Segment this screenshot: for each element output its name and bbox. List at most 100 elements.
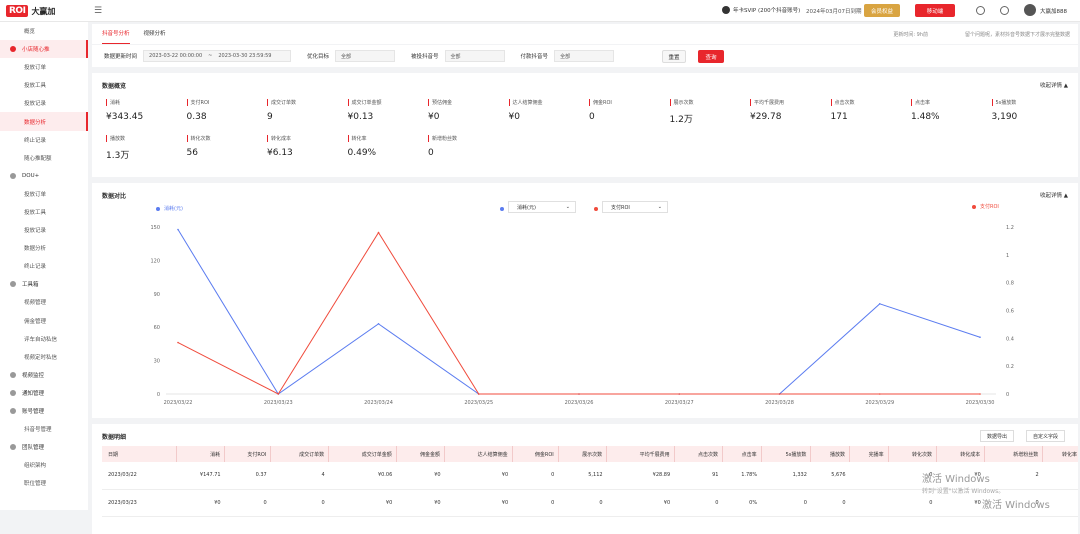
data-point xyxy=(979,336,981,339)
sidebar-group-21[interactable]: 账号管理 xyxy=(0,402,88,420)
column-header[interactable]: 转化率 xyxy=(1042,446,1078,462)
sidebar-group-14[interactable]: 工具箱 xyxy=(0,275,88,293)
column-header[interactable]: 转化次数 xyxy=(888,446,937,462)
sidebar-label: 通知管理 xyxy=(22,390,45,397)
column-header[interactable]: 成交订单金额 xyxy=(328,446,397,462)
column-header[interactable]: 佣金金额 xyxy=(396,446,446,462)
column-header[interactable]: 点击率 xyxy=(722,446,762,462)
metric-label: 5s播放数 xyxy=(991,99,1072,106)
column-header[interactable]: 点击次数 xyxy=(674,446,723,462)
table-cell: 0 xyxy=(224,489,271,517)
compare-card: 数据对比 收起详情 ▲ 消耗(元) 消耗(元) ⌄ 支付ROI ⌄ 支付ROI 03… xyxy=(92,183,1078,418)
table-cell: 0.37 xyxy=(224,462,271,490)
metric-value: 0 xyxy=(428,148,434,158)
table-cell: ¥0.06 xyxy=(328,462,397,490)
watermark-line3: 激活 Windows xyxy=(982,500,1050,511)
opt-select[interactable]: 全部 xyxy=(335,50,396,62)
column-header[interactable]: 支付ROI xyxy=(224,446,272,462)
column-header[interactable]: 转化成本 xyxy=(936,446,986,462)
sidebar-item-4[interactable]: 投放记录 xyxy=(0,94,88,112)
overview-title: 数据概览 xyxy=(102,83,127,90)
y-right-tick-label: 0.2 xyxy=(1006,364,1014,370)
bell-icon[interactable] xyxy=(1000,6,1009,15)
expire-date: 2024年03月07日到期 xyxy=(806,9,862,15)
logo[interactable]: ROI 大赢加 xyxy=(6,4,55,18)
metric-label: 成交订单数 xyxy=(267,99,347,106)
sidebar-item-10[interactable]: 投放工具 xyxy=(0,203,88,221)
y-left-tick-label: 30 xyxy=(154,359,160,365)
x-tick-label: 2023/03/28 xyxy=(765,400,794,406)
column-header[interactable]: 播放数 xyxy=(810,446,851,462)
metric-value: ¥6.13 xyxy=(267,148,293,158)
pay-account-select[interactable]: 全部 xyxy=(554,50,615,62)
column-header[interactable]: 成交订单数 xyxy=(270,446,330,462)
export-button[interactable]: 数据导出 xyxy=(980,430,1015,442)
table-cell: ¥0 xyxy=(176,489,225,517)
custom-fields-button[interactable]: 自定义字段 xyxy=(1026,430,1066,442)
sidebar-item-25[interactable]: 职位管理 xyxy=(0,474,88,492)
column-header[interactable]: 日期 xyxy=(102,446,178,462)
sidebar-group-20[interactable]: 通知管理 xyxy=(0,384,88,402)
member-benefits-button[interactable]: 会员权益 xyxy=(864,4,900,17)
sidebar-item-13[interactable]: 终止记录 xyxy=(0,257,88,275)
sidebar-item-22[interactable]: 抖音号管理 xyxy=(0,420,88,438)
query-button[interactable]: 查询 xyxy=(698,50,724,63)
series-line-1 xyxy=(177,231,980,395)
sidebar-item-3[interactable]: 投放工具 xyxy=(0,76,88,94)
metric-value: 1.48% xyxy=(911,112,940,122)
metric-card: 预估佣金 ¥0 xyxy=(428,99,508,122)
sidebar-item-9[interactable]: 投放订单 xyxy=(0,185,88,203)
sidebar-item-2[interactable]: 投放订单 xyxy=(0,58,88,76)
sidebar-group-23[interactable]: 团队管理 xyxy=(0,438,88,456)
sidebar-item-15[interactable]: 视频管理 xyxy=(0,293,88,311)
mobile-button[interactable]: 移动端 xyxy=(915,4,955,17)
column-header[interactable]: 佣金ROI xyxy=(512,446,559,462)
tab-account-analysis[interactable]: 抖音号分析 xyxy=(102,24,130,44)
x-tick-label: 2023/03/24 xyxy=(364,400,393,406)
top-bar: ROI 大赢加 ☰ 年卡SVIP (200个抖音账号) 2024年03月07日到… xyxy=(0,0,1080,22)
sidebar-item-16[interactable]: 佣金管理 xyxy=(0,312,88,330)
column-header[interactable]: 完播率 xyxy=(849,446,889,462)
export-label: 数据导出 xyxy=(987,433,1008,440)
table-cell: 5,112 xyxy=(558,462,607,490)
metric-card: 点击次数 171 xyxy=(830,99,911,122)
date-range-picker[interactable]: 2023-03-22 00:00:00 ~ 2023-03-30 23:59:5… xyxy=(143,50,292,62)
sidebar-item-24[interactable]: 组织架构 xyxy=(0,456,88,474)
sidebar-label: 终止记录 xyxy=(24,264,47,271)
sidebar-label: 投放记录 xyxy=(24,101,47,108)
sidebar-item-17[interactable]: 评车自动私信 xyxy=(0,330,88,348)
username[interactable]: 大赢加888 xyxy=(1040,7,1067,15)
reset-button[interactable]: 重置 xyxy=(662,50,686,63)
column-header[interactable]: 达人结算佣金 xyxy=(444,446,513,462)
sidebar-item-11[interactable]: 投放记录 xyxy=(0,221,88,239)
column-header[interactable]: 平均千展费用 xyxy=(606,446,675,462)
column-header[interactable]: 消耗 xyxy=(176,446,226,462)
tab-video-analysis[interactable]: 视频分析 xyxy=(144,24,166,44)
sidebar-label: 小店随心推 xyxy=(22,47,50,54)
column-header[interactable]: 展示次数 xyxy=(558,446,608,462)
sidebar-label: 投放订单 xyxy=(24,191,47,198)
menu-group-icon xyxy=(10,281,16,288)
overview-collapse[interactable]: 收起详情 ▲ xyxy=(1040,81,1068,89)
refresh-icon[interactable] xyxy=(976,6,985,15)
sidebar-item-18[interactable]: 视频定时私信 xyxy=(0,348,88,366)
sidebar-group-1[interactable]: 小店随心推 xyxy=(0,40,88,59)
sidebar-group-19[interactable]: 视频监控 xyxy=(0,366,88,384)
sidebar-label: 投放工具 xyxy=(24,209,47,216)
avatar[interactable] xyxy=(1024,4,1036,16)
x-tick-label: 2023/03/30 xyxy=(966,400,995,406)
sidebar-item-12[interactable]: 数据分析 xyxy=(0,239,88,257)
account-select[interactable]: 全部 xyxy=(444,50,505,62)
sidebar-item-5[interactable]: 数据分析 xyxy=(0,112,88,131)
sidebar-group-8[interactable]: DOU+ xyxy=(0,167,88,185)
sidebar-item-7[interactable]: 随心推配额 xyxy=(0,149,88,167)
menu-toggle-icon[interactable]: ☰ xyxy=(94,6,102,16)
sidebar-item-6[interactable]: 终止记录 xyxy=(0,131,88,149)
column-header[interactable]: 新增粉丝数 xyxy=(984,446,1044,462)
metric-card: 成交订单金额 ¥0.13 xyxy=(347,99,428,122)
logo-mark: ROI xyxy=(6,5,29,17)
column-header[interactable]: 5s播放数 xyxy=(761,446,812,462)
data-point xyxy=(177,228,179,231)
sidebar-item-0[interactable]: 概览 xyxy=(0,22,88,40)
table-cell: ¥0 xyxy=(444,462,513,490)
